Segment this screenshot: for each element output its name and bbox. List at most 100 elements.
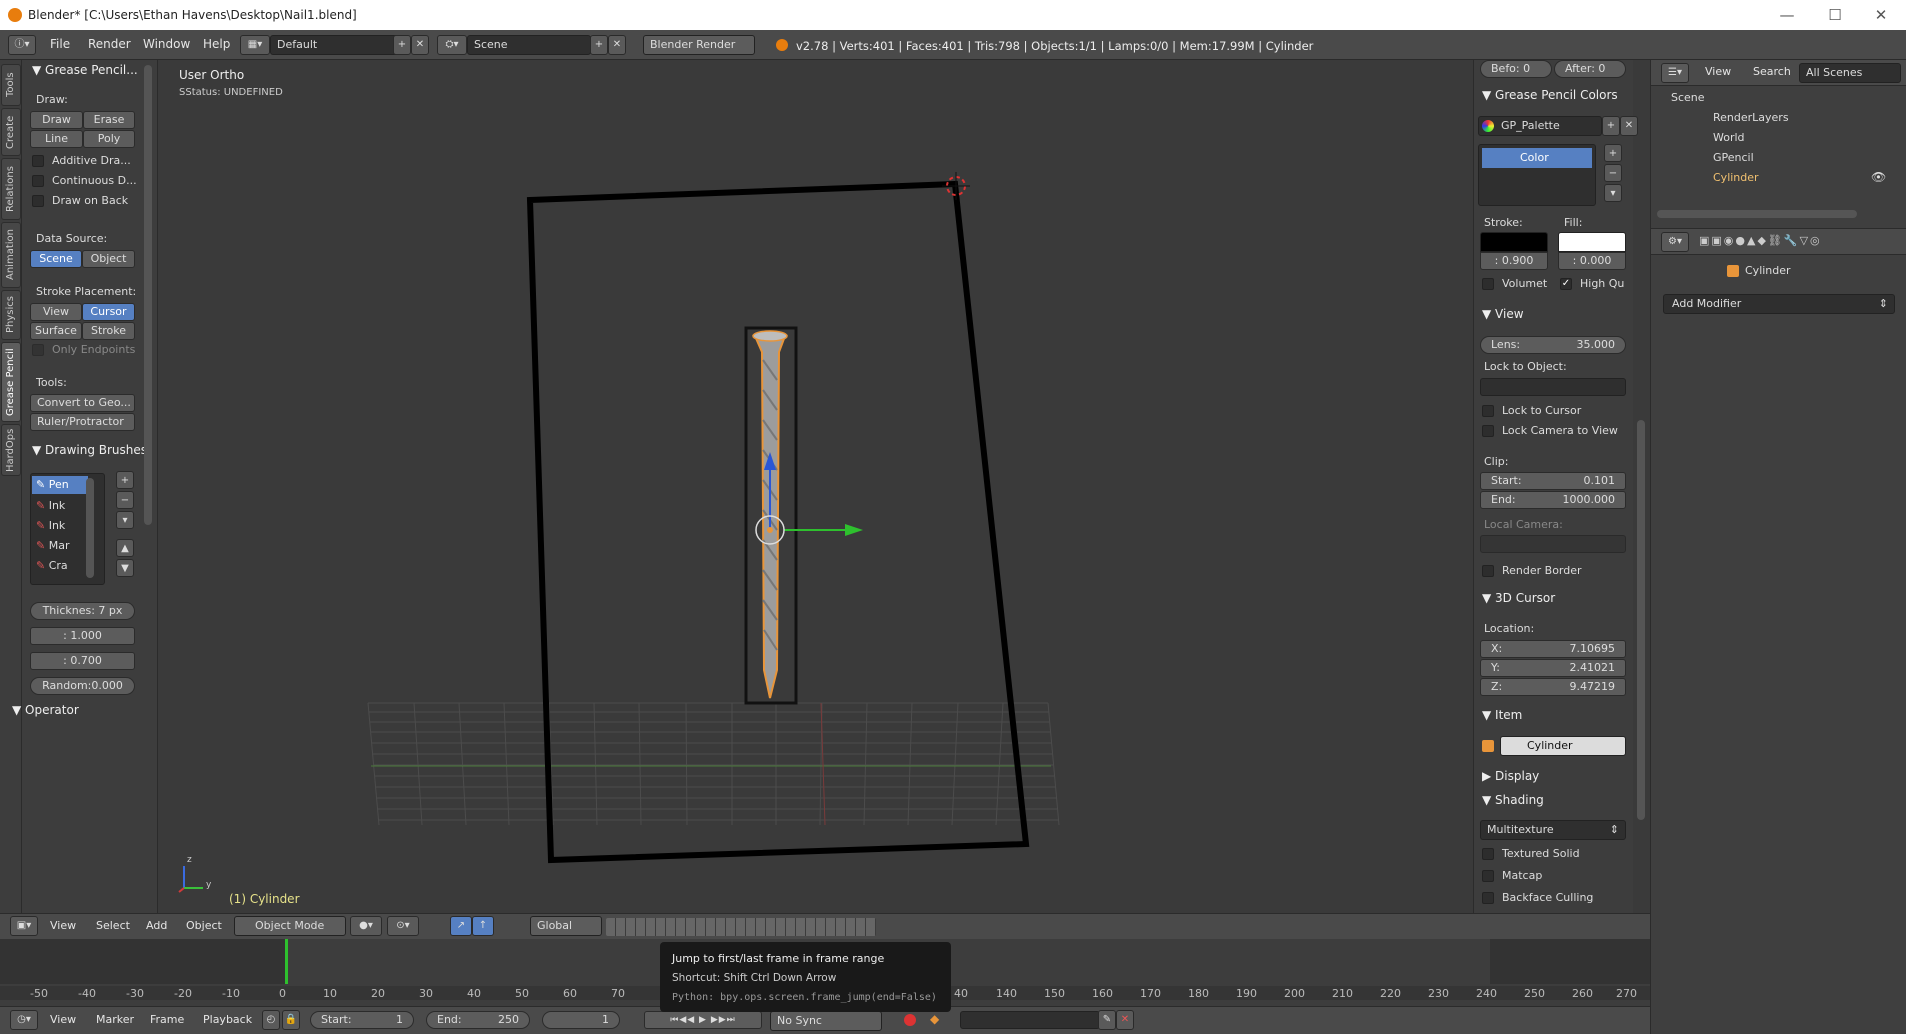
placement-surface-button[interactable]: Surface: [30, 322, 82, 340]
tab-animation[interactable]: Animation: [1, 222, 21, 288]
viewport-menu-select[interactable]: Select: [96, 919, 130, 932]
maximize-button[interactable]: ☐: [1812, 4, 1858, 26]
strength-field[interactable]: : 1.000: [30, 627, 135, 645]
only-endpoints-checkbox[interactable]: [32, 344, 44, 356]
orientation-dropdown[interactable]: Global: [530, 916, 602, 936]
menu-window[interactable]: Window: [143, 37, 190, 51]
tab-hardops[interactable]: HardOps: [1, 424, 21, 476]
drawing-brushes-header[interactable]: ▼ Drawing Brushes: [32, 443, 147, 457]
ruler-protractor-button[interactable]: Ruler/Protractor: [30, 413, 135, 431]
outliner-search-menu[interactable]: Search: [1753, 65, 1791, 78]
viewport-canvas[interactable]: [159, 60, 1473, 913]
scene-field[interactable]: Scene: [467, 35, 591, 55]
manipulator-toggle-icon[interactable]: ↗: [450, 916, 472, 936]
tab-relations[interactable]: Relations: [1, 158, 21, 220]
grease-pencil-panel-header[interactable]: ▼ Grease Pencil...: [32, 63, 138, 77]
outliner-scrollbar[interactable]: [1657, 210, 1857, 218]
additive-drawing-checkbox[interactable]: [32, 155, 44, 167]
color-specials-icon[interactable]: ▾: [1604, 184, 1622, 202]
keying-set-field[interactable]: [960, 1011, 1100, 1029]
shading-panel-header[interactable]: ▼ Shading: [1482, 793, 1544, 807]
current-frame-indicator[interactable]: [285, 939, 288, 984]
backface-culling-checkbox[interactable]: [1482, 892, 1494, 904]
cursor-panel-header[interactable]: ▼ 3D Cursor: [1482, 591, 1555, 605]
editor-type-info-icon[interactable]: ⓘ▾: [8, 35, 36, 55]
keyframe-icon[interactable]: ◆: [930, 1012, 939, 1026]
outliner-editor-icon[interactable]: ☰▾: [1661, 63, 1689, 83]
outliner-filter-dropdown[interactable]: All Scenes: [1799, 63, 1901, 83]
matcap-checkbox[interactable]: [1482, 870, 1494, 882]
placement-view-button[interactable]: View: [30, 303, 82, 321]
move-brush-down-icon[interactable]: ▼: [116, 559, 134, 577]
erase-button[interactable]: Erase: [83, 111, 135, 129]
palette-field[interactable]: GP_Palette: [1478, 116, 1602, 136]
brush-specials-icon[interactable]: ▾: [116, 511, 134, 529]
remove-scene-icon[interactable]: ✕: [608, 35, 626, 55]
visibility-eye-icon[interactable]: 👁: [1871, 170, 1886, 184]
property-tabs[interactable]: ▣▣◉●▲◆⛓🔧▽◎: [1699, 234, 1822, 247]
line-button[interactable]: Line: [30, 130, 83, 148]
timeline-menu-frame[interactable]: Frame: [150, 1013, 184, 1026]
poly-button[interactable]: Poly: [83, 130, 135, 148]
color-list-item[interactable]: Color: [1482, 148, 1592, 168]
stroke-color-swatch[interactable]: [1480, 232, 1548, 252]
placement-stroke-button[interactable]: Stroke: [82, 322, 135, 340]
start-frame-field[interactable]: Start: 1: [310, 1011, 414, 1029]
viewport-menu-view[interactable]: View: [50, 919, 76, 932]
remove-color-icon[interactable]: −: [1604, 164, 1622, 182]
gp-colors-header[interactable]: ▼ Grease Pencil Colors: [1482, 88, 1618, 102]
lock-object-field[interactable]: [1480, 378, 1626, 396]
operator-panel-header[interactable]: ▼ Operator: [12, 703, 79, 717]
brush-item-ink-2[interactable]: ✎ Ink: [36, 517, 65, 535]
add-modifier-dropdown[interactable]: Add Modifier ⇕: [1663, 294, 1895, 314]
translate-manipulator-icon[interactable]: ↑: [472, 916, 494, 936]
textured-solid-checkbox[interactable]: [1482, 848, 1494, 860]
layer-buttons[interactable]: [606, 918, 876, 936]
3d-viewport[interactable]: User Ortho SStatus: UNDEFINED z y (1) Cy…: [159, 60, 1473, 913]
clip-start-field[interactable]: Start: 0.101: [1480, 472, 1626, 490]
timeline-editor-icon[interactable]: ◷▾: [10, 1010, 38, 1030]
properties-editor-icon[interactable]: ⚙▾: [1661, 232, 1689, 252]
continuous-drawing-checkbox[interactable]: [32, 175, 44, 187]
outliner-item-renderlayers[interactable]: RenderLayers: [1713, 111, 1789, 124]
menu-file[interactable]: File: [50, 37, 70, 51]
outliner-item-world[interactable]: World: [1713, 131, 1745, 144]
onion-before-field[interactable]: Befo: 0: [1480, 60, 1552, 78]
delete-keyframe-icon[interactable]: ✕: [1116, 1010, 1134, 1030]
shading-dropdown-icon[interactable]: ●▾: [350, 916, 382, 936]
local-camera-field[interactable]: [1480, 535, 1626, 553]
data-source-object-button[interactable]: Object: [82, 250, 135, 268]
outliner-item-scene[interactable]: Scene: [1671, 91, 1705, 104]
minimize-button[interactable]: —: [1764, 4, 1810, 26]
timeline-menu-playback[interactable]: Playback: [203, 1013, 252, 1026]
placement-cursor-button[interactable]: Cursor: [82, 303, 135, 321]
tab-physics[interactable]: Physics: [1, 290, 21, 340]
volumetric-checkbox[interactable]: [1482, 278, 1494, 290]
brush-item-ink[interactable]: ✎ Ink: [36, 497, 65, 515]
display-panel-header[interactable]: ▶ Display: [1482, 769, 1539, 783]
tool-shelf-scrollbar[interactable]: [144, 65, 152, 525]
timeline-menu-view[interactable]: View: [50, 1013, 76, 1026]
thickness-field[interactable]: Thicknes: 7 px: [30, 602, 135, 620]
data-source-scene-button[interactable]: Scene: [30, 250, 82, 268]
current-frame-field[interactable]: 1: [542, 1011, 620, 1029]
remove-palette-icon[interactable]: ✕: [1620, 116, 1638, 136]
cursor-x-field[interactable]: X: 7.10695: [1480, 640, 1626, 658]
move-brush-up-icon[interactable]: ▲: [116, 539, 134, 557]
sync-dropdown[interactable]: No Sync: [770, 1011, 882, 1031]
lock-to-cursor-checkbox[interactable]: [1482, 405, 1494, 417]
insert-keyframe-icon[interactable]: ✎: [1098, 1010, 1116, 1030]
item-name-field[interactable]: Cylinder: [1500, 736, 1626, 756]
cursor-z-field[interactable]: Z: 9.47219: [1480, 678, 1626, 696]
stroke-alpha-field[interactable]: : 0.900: [1480, 252, 1548, 270]
high-quality-checkbox[interactable]: ✓: [1560, 278, 1572, 290]
jitter-field[interactable]: : 0.700: [30, 652, 135, 670]
add-brush-icon[interactable]: +: [116, 471, 134, 489]
viewport-menu-object[interactable]: Object: [186, 919, 222, 932]
add-palette-icon[interactable]: +: [1602, 116, 1620, 136]
fill-alpha-field[interactable]: : 0.000: [1558, 252, 1626, 270]
render-engine-dropdown[interactable]: Blender Render: [643, 35, 755, 55]
add-scene-icon[interactable]: +: [590, 35, 608, 55]
tab-grease-pencil[interactable]: Grease Pencil: [1, 342, 21, 422]
shading-mode-dropdown[interactable]: Multitexture ⇕: [1480, 820, 1626, 840]
